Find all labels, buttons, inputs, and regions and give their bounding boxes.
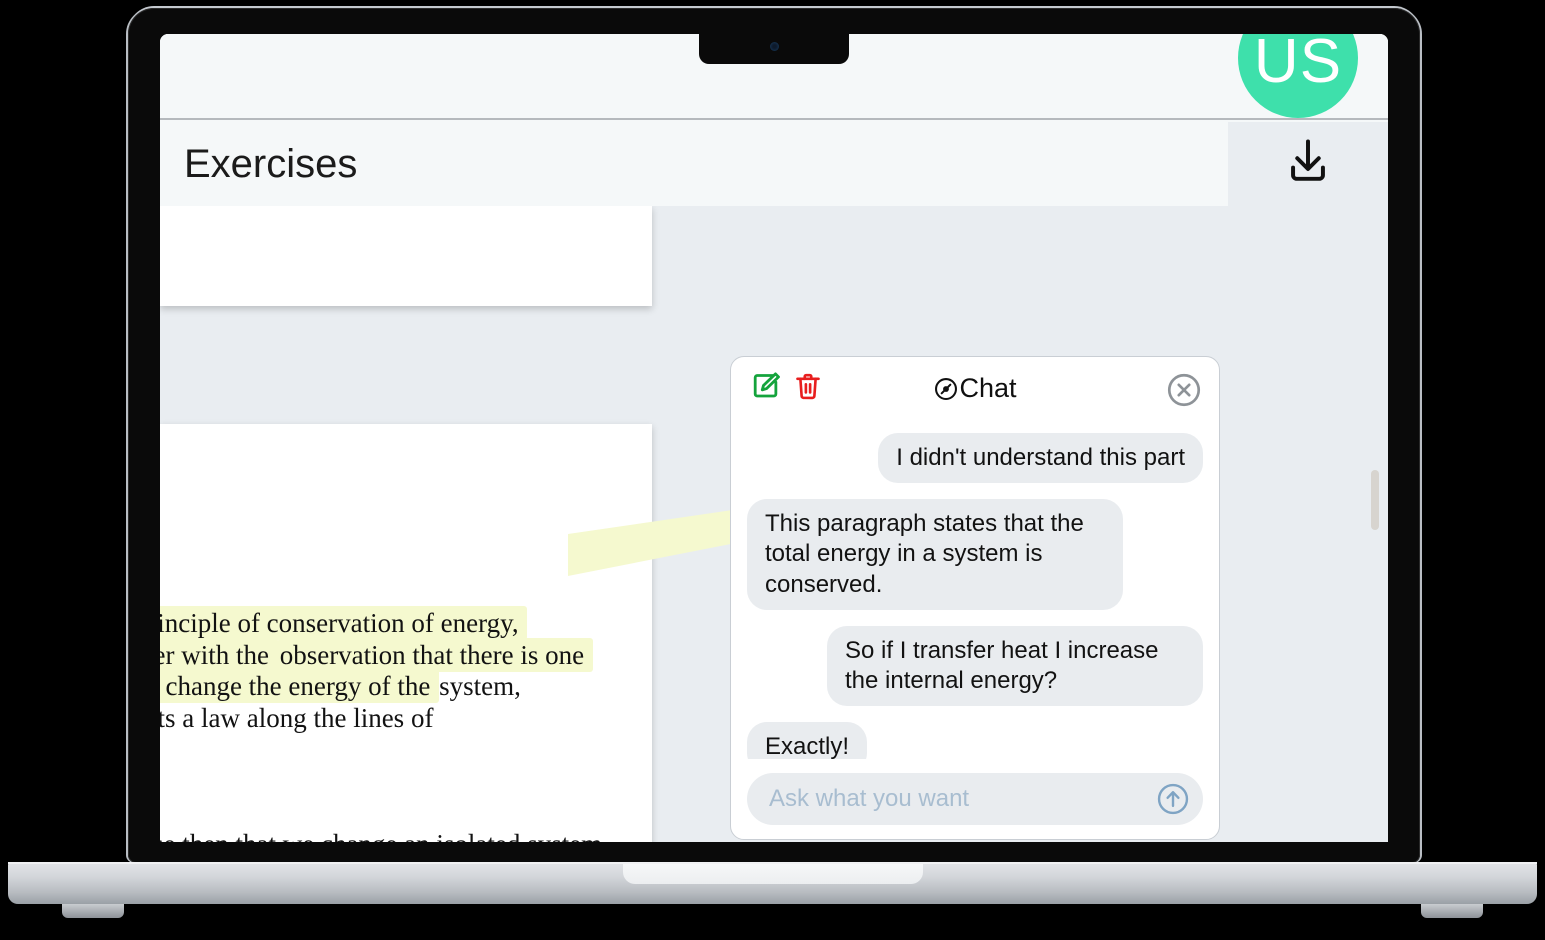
screen-notch [699, 34, 849, 64]
compass-icon [933, 376, 959, 402]
chat-bubble-user: I didn't understand this part [878, 433, 1203, 484]
document-card[interactable]: The principle of conservation of energy,… [160, 424, 652, 842]
scrollbar-thumb[interactable] [1371, 470, 1379, 530]
laptop-screen: US Exercises inciple of conservation of … [160, 34, 1388, 842]
page-header-row: Exercises [160, 122, 1388, 206]
chat-panel: Chat I didn't understand this part This … [730, 356, 1220, 840]
page-title: Exercises [184, 142, 358, 186]
document-text: The principle of conservation of energy,… [160, 544, 604, 842]
chat-composer [747, 773, 1203, 825]
chat-message-row: Exactly! [747, 722, 1203, 759]
app-window: US Exercises inciple of conservation of … [160, 34, 1388, 842]
delete-chat-button[interactable] [789, 369, 827, 407]
vertical-scrollbar[interactable] [1370, 206, 1380, 842]
send-arrow-up-icon [1155, 783, 1191, 821]
laptop-foot-right [1421, 904, 1483, 918]
new-chat-button[interactable] [747, 369, 785, 407]
page-header: Exercises [160, 122, 1228, 206]
send-button[interactable] [1155, 781, 1191, 817]
chat-toolbar [747, 369, 827, 407]
download-icon [1280, 134, 1336, 195]
avatar[interactable]: US [1238, 34, 1358, 118]
document-paragraph: The principle of conservation of energy,… [160, 605, 604, 735]
camera-icon [769, 42, 779, 51]
document-paragraph: Suppose then that we change an isolated … [160, 829, 604, 842]
chat-bubble-assistant: This paragraph states that the total ene… [747, 499, 1123, 610]
header-actions [1228, 122, 1388, 206]
chat-message-row: This paragraph states that the total ene… [747, 499, 1203, 610]
chat-message-row: I didn't understand this part [747, 433, 1203, 484]
document-column: The principle of conservation of energy,… [160, 206, 652, 842]
chat-bubble-user: So if I transfer heat I increase the int… [827, 625, 1203, 707]
laptop-base [8, 862, 1537, 904]
laptop-frame: US Exercises inciple of conservation of … [128, 8, 1420, 863]
download-button[interactable] [1276, 132, 1340, 196]
chat-title: Chat [959, 373, 1017, 403]
close-circle-icon [1165, 373, 1203, 413]
compose-icon [750, 370, 782, 407]
close-chat-button[interactable] [1165, 371, 1203, 409]
chat-input-wrapper[interactable] [747, 773, 1203, 825]
chat-bubble-assistant: Exactly! [747, 722, 868, 759]
document-card-top [160, 206, 652, 306]
trash-icon [793, 371, 823, 406]
chat-message-row: So if I transfer heat I increase the int… [747, 625, 1203, 707]
content-area: The principle of conservation of energy,… [160, 206, 1388, 842]
laptop-foot-left [62, 904, 124, 918]
chat-messages: I didn't understand this part This parag… [747, 417, 1203, 759]
chat-header: Chat [747, 369, 1203, 417]
chat-input[interactable] [767, 784, 1145, 814]
screenshot-stage: US Exercises inciple of conservation of … [0, 0, 1545, 940]
laptop-base-notch [622, 862, 923, 884]
